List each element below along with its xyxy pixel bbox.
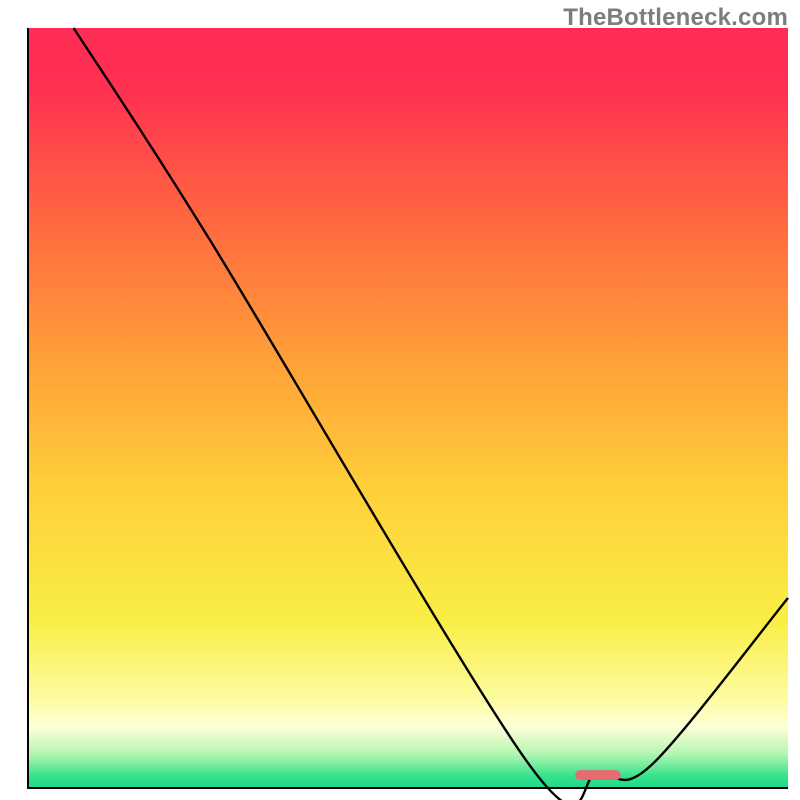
watermark-text: TheBottleneck.com [563, 4, 788, 32]
optimum-marker [575, 770, 621, 780]
chart-container: TheBottleneck.com [0, 0, 800, 800]
plot-background [28, 28, 788, 788]
chart-svg [0, 0, 800, 800]
